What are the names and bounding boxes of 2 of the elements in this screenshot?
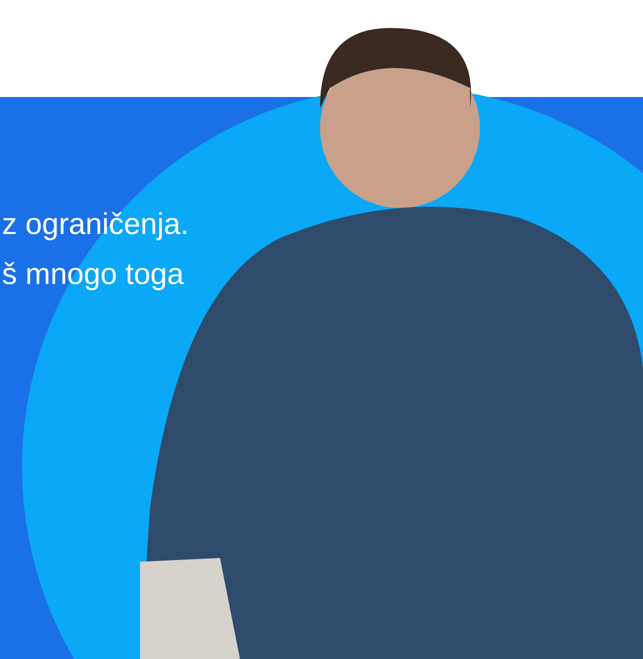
hero-text: z ograničenja. (2, 207, 190, 243)
hero-text: š mnogo toga (2, 257, 185, 293)
